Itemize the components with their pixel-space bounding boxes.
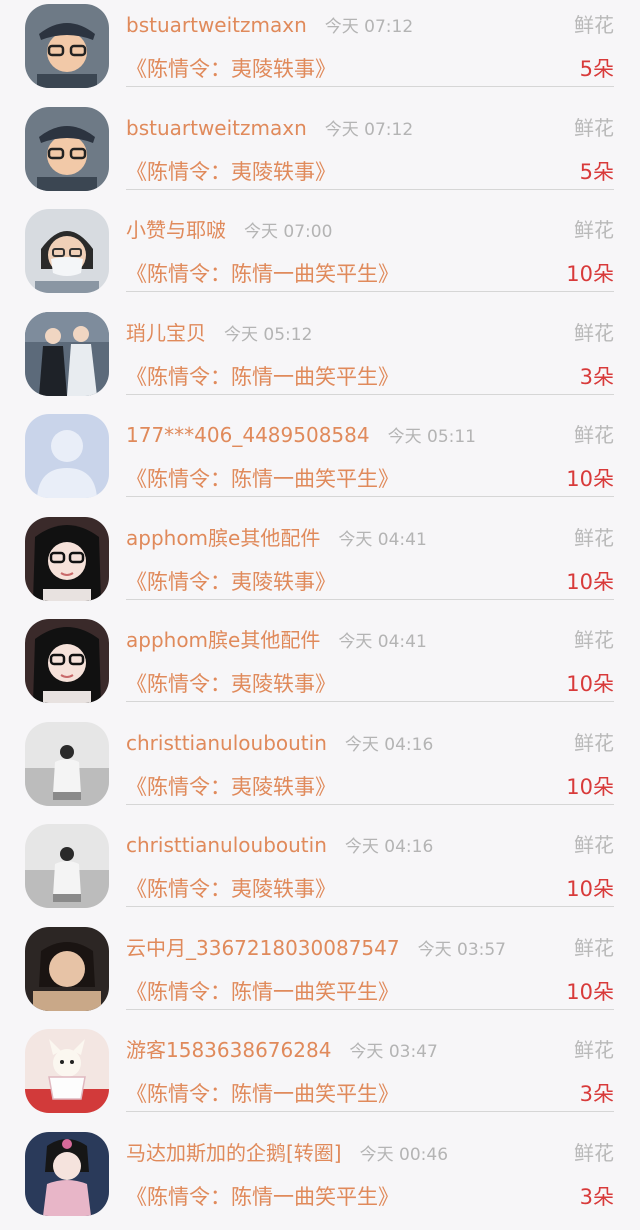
girl-glasses-avatar[interactable] [25, 619, 109, 703]
list-item[interactable]: bstuartweitzmaxn今天 07:12 鲜花 《陈情令：夷陵轶事》 5… [0, 0, 640, 103]
work-title[interactable]: 《陈情令：陈情一曲笑平生》 [126, 976, 399, 1008]
work-title[interactable]: 《陈情令：夷陵轶事》 [126, 873, 336, 905]
user-name[interactable]: 马达加斯加的企鹅[转圈]今天 00:46 [126, 1138, 448, 1170]
gift-type-label: 鲜花 [574, 215, 614, 245]
puppy-teacup-avatar[interactable] [25, 1029, 109, 1113]
user-name[interactable]: apphom膑e其他配件今天 04:41 [126, 523, 427, 555]
work-title[interactable]: 《陈情令：夷陵轶事》 [126, 771, 336, 803]
gift-type-label: 鲜花 [574, 933, 614, 963]
work-title[interactable]: 《陈情令：陈情一曲笑平生》 [126, 463, 399, 495]
user-name[interactable]: 云中月_3367218030087547今天 03:57 [126, 933, 506, 965]
user-name[interactable]: 游客1583638676284今天 03:47 [126, 1035, 438, 1067]
gift-count: 10朵 [566, 463, 614, 495]
user-name[interactable]: apphom膑e其他配件今天 04:41 [126, 625, 427, 657]
divider [126, 1009, 614, 1010]
gift-type-label: 鲜花 [574, 1138, 614, 1168]
gift-time: 今天 07:12 [325, 17, 413, 37]
gift-time: 今天 04:41 [338, 530, 426, 550]
work-title[interactable]: 《陈情令：夷陵轶事》 [126, 53, 336, 85]
gift-time: 今天 07:00 [244, 222, 332, 242]
seaside-man-avatar[interactable] [25, 722, 109, 806]
gift-count: 10朵 [566, 566, 614, 598]
work-title[interactable]: 《陈情令：陈情一曲笑平生》 [126, 1181, 399, 1213]
work-title[interactable]: 《陈情令：陈情一曲笑平生》 [126, 258, 399, 290]
list-item[interactable]: apphom膑e其他配件今天 04:41 鲜花 《陈情令：夷陵轶事》 10朵 [0, 615, 640, 718]
user-name[interactable]: 177***406_4489508584今天 05:11 [126, 420, 476, 452]
work-title[interactable]: 《陈情令：陈情一曲笑平生》 [126, 1078, 399, 1110]
user-name[interactable]: bstuartweitzmaxn今天 07:12 [126, 10, 413, 42]
gift-count: 5朵 [580, 156, 614, 188]
gift-type-label: 鲜花 [574, 420, 614, 450]
work-title[interactable]: 《陈情令：夷陵轶事》 [126, 156, 336, 188]
list-item[interactable]: christtianulouboutin今天 04:16 鲜花 《陈情令：夷陵轶… [0, 820, 640, 923]
list-item[interactable]: 琑儿宝贝今天 05:12 鲜花 《陈情令：陈情一曲笑平生》 3朵 [0, 308, 640, 411]
user-name[interactable]: christtianulouboutin今天 04:16 [126, 728, 433, 760]
list-item[interactable]: 马达加斯加的企鹅[转圈]今天 00:46 鲜花 《陈情令：陈情一曲笑平生》 3朵 [0, 1128, 640, 1230]
default-user-avatar[interactable] [25, 414, 109, 498]
gift-record-list: bstuartweitzmaxn今天 07:12 鲜花 《陈情令：夷陵轶事》 5… [0, 0, 640, 1210]
divider [126, 86, 614, 87]
gift-type-label: 鲜花 [574, 728, 614, 758]
list-item[interactable]: christtianulouboutin今天 04:16 鲜花 《陈情令：夷陵轶… [0, 718, 640, 821]
gift-count: 10朵 [566, 258, 614, 290]
woman-portrait-avatar[interactable] [25, 927, 109, 1011]
divider [126, 1111, 614, 1112]
gift-time: 今天 05:11 [388, 427, 476, 447]
divider [126, 291, 614, 292]
gift-type-label: 鲜花 [574, 318, 614, 348]
gift-time: 今天 03:47 [349, 1042, 437, 1062]
list-item[interactable]: 小赞与耶啵今天 07:00 鲜花 《陈情令：陈情一曲笑平生》 10朵 [0, 205, 640, 308]
divider [126, 496, 614, 497]
masked-person-avatar[interactable] [25, 209, 109, 293]
costume-pair-avatar[interactable] [25, 312, 109, 396]
list-item[interactable]: 177***406_4489508584今天 05:11 鲜花 《陈情令：陈情一… [0, 410, 640, 513]
gift-type-label: 鲜花 [574, 1035, 614, 1065]
divider [126, 701, 614, 702]
gift-time: 今天 04:16 [345, 837, 433, 857]
gift-time: 今天 00:46 [360, 1145, 448, 1165]
gift-time: 今天 05:12 [224, 325, 312, 345]
girl-glasses-avatar[interactable] [25, 517, 109, 601]
gift-count: 5朵 [580, 53, 614, 85]
gift-count: 3朵 [580, 1181, 614, 1213]
gift-count: 10朵 [566, 771, 614, 803]
list-item[interactable]: 游客1583638676284今天 03:47 鲜花 《陈情令：陈情一曲笑平生》… [0, 1025, 640, 1128]
gift-count: 3朵 [580, 1078, 614, 1110]
divider [126, 906, 614, 907]
user-name[interactable]: 小赞与耶啵今天 07:00 [126, 215, 332, 247]
boy-glasses-avatar[interactable] [25, 107, 109, 191]
work-title[interactable]: 《陈情令：夷陵轶事》 [126, 668, 336, 700]
gift-time: 今天 04:16 [345, 735, 433, 755]
boy-glasses-avatar[interactable] [25, 4, 109, 88]
divider [126, 189, 614, 190]
divider [126, 804, 614, 805]
list-item[interactable]: bstuartweitzmaxn今天 07:12 鲜花 《陈情令：夷陵轶事》 5… [0, 103, 640, 206]
gift-time: 今天 03:57 [418, 940, 506, 960]
gift-type-label: 鲜花 [574, 10, 614, 40]
gift-type-label: 鲜花 [574, 830, 614, 860]
costume-girl-avatar[interactable] [25, 1132, 109, 1216]
user-name[interactable]: bstuartweitzmaxn今天 07:12 [126, 113, 413, 145]
divider [126, 599, 614, 600]
gift-time: 今天 04:41 [338, 632, 426, 652]
work-title[interactable]: 《陈情令：陈情一曲笑平生》 [126, 361, 399, 393]
divider [126, 394, 614, 395]
gift-count: 10朵 [566, 873, 614, 905]
gift-count: 3朵 [580, 361, 614, 393]
work-title[interactable]: 《陈情令：夷陵轶事》 [126, 566, 336, 598]
list-item[interactable]: apphom膑e其他配件今天 04:41 鲜花 《陈情令：夷陵轶事》 10朵 [0, 513, 640, 616]
gift-count: 10朵 [566, 668, 614, 700]
user-name[interactable]: 琑儿宝贝今天 05:12 [126, 318, 312, 350]
list-item[interactable]: 云中月_3367218030087547今天 03:57 鲜花 《陈情令：陈情一… [0, 923, 640, 1026]
gift-type-label: 鲜花 [574, 113, 614, 143]
user-name[interactable]: christtianulouboutin今天 04:16 [126, 830, 433, 862]
gift-type-label: 鲜花 [574, 625, 614, 655]
seaside-man-avatar[interactable] [25, 824, 109, 908]
gift-type-label: 鲜花 [574, 523, 614, 553]
gift-count: 10朵 [566, 976, 614, 1008]
gift-time: 今天 07:12 [325, 120, 413, 140]
